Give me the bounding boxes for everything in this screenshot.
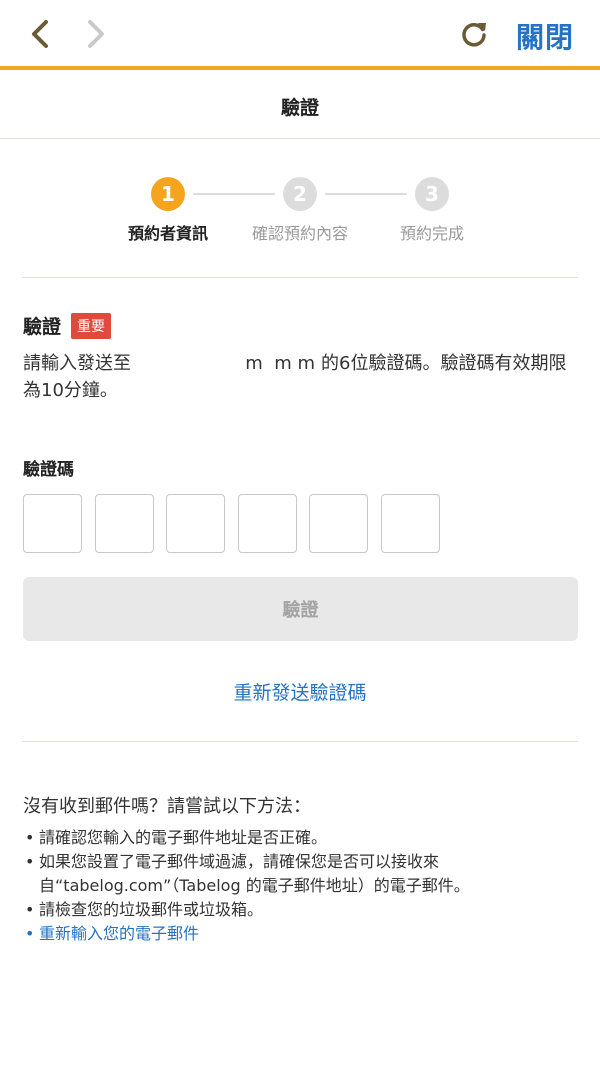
step-3-circle: 3 [415, 177, 449, 211]
verification-heading: 驗證 重要 [23, 312, 112, 339]
reload-button[interactable] [454, 14, 494, 54]
forward-button[interactable] [76, 14, 116, 54]
reenter-email-link[interactable]: 重新輸入您的電子郵件 [23, 922, 579, 946]
code-digit-input[interactable] [166, 494, 225, 553]
browser-toolbar: 關閉 [0, 0, 600, 70]
close-button[interactable]: 關閉 [516, 16, 574, 56]
help-item: 請檢查您的垃圾郵件或垃圾箱。 [23, 898, 579, 922]
step-1-label: 預約者資訊 [127, 224, 208, 243]
verify-button[interactable]: 驗證 [23, 577, 578, 641]
divider [22, 277, 578, 278]
resend-code-link[interactable]: 重新發送驗證碼 [0, 678, 600, 705]
code-digit-input[interactable] [23, 494, 82, 553]
chevron-right-icon [88, 20, 104, 48]
step-1-circle: 1 [151, 177, 185, 211]
step-2-label: 確認預約內容 [251, 224, 348, 243]
important-badge: 重要 [71, 312, 112, 339]
step-connector [325, 193, 407, 195]
chevron-left-icon [32, 20, 48, 48]
masked-email: m m m [245, 353, 315, 374]
code-digit-input[interactable] [238, 494, 297, 553]
divider [22, 741, 578, 742]
help-title: 沒有收到郵件嗎？請嘗試以下方法： [23, 796, 311, 817]
step-3-label: 預約完成 [399, 224, 464, 243]
code-digit-input[interactable] [309, 494, 368, 553]
back-button[interactable] [20, 14, 60, 54]
code-digit-input[interactable] [95, 494, 154, 553]
section-title: 驗證 [23, 316, 62, 338]
step-2-circle: 2 [283, 177, 317, 211]
code-digit-input[interactable] [381, 494, 440, 553]
help-item: 如果您設置了電子郵件域過濾，請確保您是否可以接收來自“tabelog.com”（… [23, 850, 579, 898]
page-title: 驗證 [280, 96, 319, 119]
help-item: 請確認您輸入的電子郵件地址是否正確。 [23, 826, 579, 850]
code-label: 驗證碼 [23, 460, 74, 480]
step-connector [193, 193, 275, 195]
help-list: 請確認您輸入的電子郵件地址是否正確。 如果您設置了電子郵件域過濾，請確保您是否可… [23, 826, 579, 946]
progress-stepper: 1 2 3 預約者資訊 確認預約內容 預約完成 [0, 174, 600, 254]
instruction-prefix: 請輸入發送至 [23, 353, 131, 374]
page-header: 驗證 [0, 74, 600, 139]
instruction-text: 請輸入發送至 m m m 的6位驗證碼。驗證碼有效期限為10分鐘。 [23, 350, 579, 404]
reload-icon [462, 23, 486, 47]
